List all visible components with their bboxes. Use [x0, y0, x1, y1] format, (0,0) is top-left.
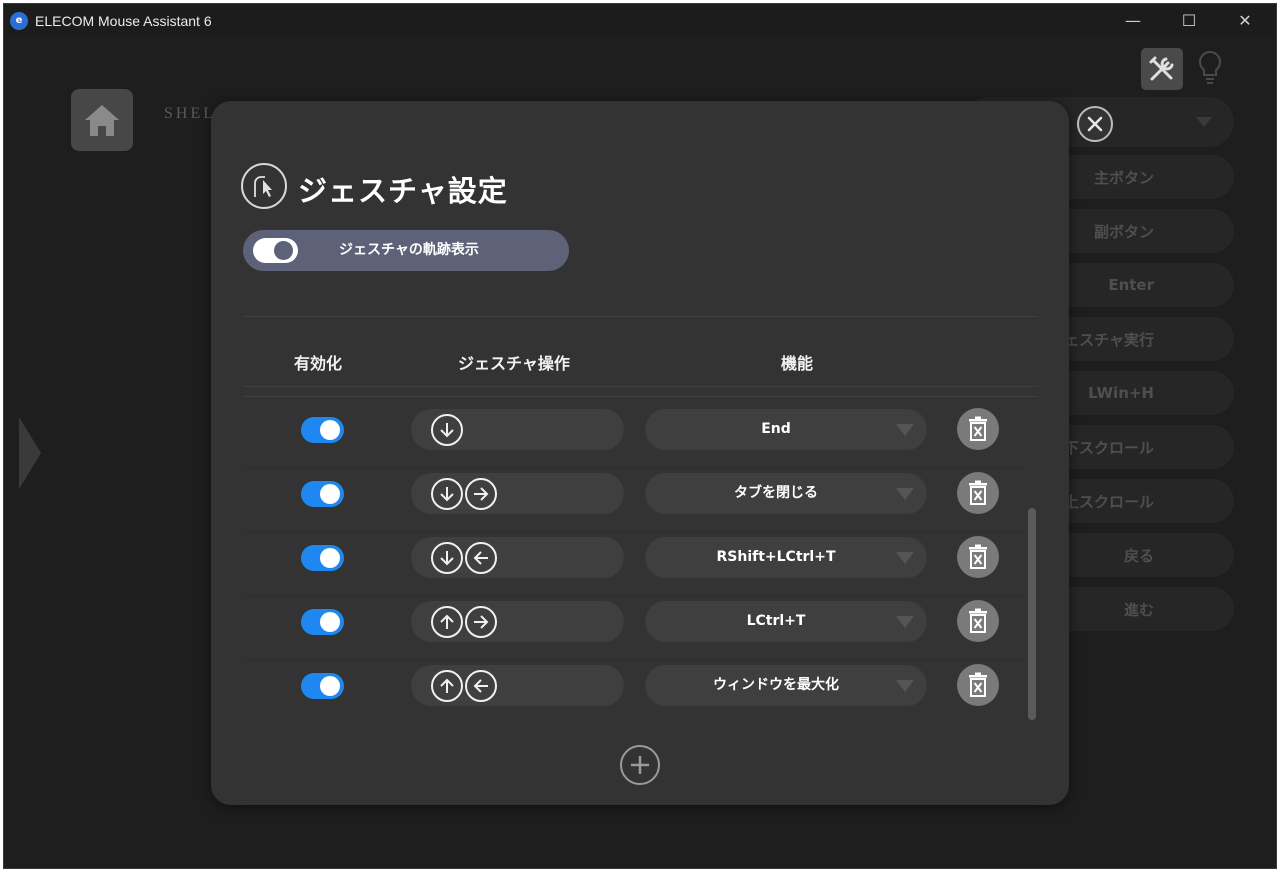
gesture-icon — [241, 163, 287, 209]
caret-down-icon — [896, 488, 914, 500]
toggle-knob — [320, 420, 340, 440]
toggle-knob — [320, 548, 340, 568]
function-dropdown[interactable]: RShift+LCtrl+T — [645, 537, 927, 578]
enable-toggle[interactable] — [301, 545, 344, 571]
plus-icon — [631, 756, 649, 774]
dialog-title: ジェスチャ設定 — [298, 174, 508, 208]
gesture-pattern[interactable] — [411, 537, 624, 578]
function-dropdown[interactable]: タブを閉じる — [645, 473, 927, 514]
gesture-pattern[interactable] — [411, 665, 624, 706]
delete-button[interactable] — [957, 664, 999, 706]
function-dropdown[interactable]: ウィンドウを最大化 — [645, 665, 927, 706]
trash-icon — [969, 416, 987, 441]
list-scrollbar[interactable] — [1028, 508, 1036, 720]
toggle-knob — [320, 612, 340, 632]
trash-icon — [969, 480, 987, 505]
toggle-knob — [274, 241, 293, 260]
close-icon — [1087, 116, 1103, 132]
up-arrow-icon — [431, 669, 463, 702]
left-arrow-icon — [465, 669, 497, 702]
left-arrow-icon — [465, 541, 497, 574]
function-value: LCtrl+T — [746, 613, 806, 629]
delete-button[interactable] — [957, 536, 999, 578]
toggle-knob — [320, 676, 340, 696]
modal-overlay: ジェスチャ設定 ジェスチャの軌跡表示 有効化 ジェスチャ操作 機能 End タブ… — [0, 0, 1280, 873]
toggle-knob — [320, 484, 340, 504]
delete-button[interactable] — [957, 408, 999, 450]
function-value: RShift+LCtrl+T — [716, 549, 836, 565]
enable-toggle[interactable] — [301, 481, 344, 507]
down-arrow-icon — [431, 541, 463, 574]
gesture-row: RShift+LCtrl+T — [243, 532, 1025, 596]
gesture-row: End — [243, 404, 1025, 468]
enable-toggle[interactable] — [301, 673, 344, 699]
close-dialog-button[interactable] — [1077, 106, 1113, 142]
trash-icon — [969, 608, 987, 633]
gesture-pattern[interactable] — [411, 473, 624, 514]
add-gesture-button[interactable] — [620, 745, 660, 785]
function-dropdown[interactable]: LCtrl+T — [645, 601, 927, 642]
down-arrow-icon — [431, 477, 463, 510]
toggle-switch[interactable] — [253, 238, 298, 263]
divider — [243, 386, 1038, 387]
function-value: タブを閉じる — [734, 485, 818, 501]
divider — [243, 396, 1038, 397]
function-dropdown[interactable]: End — [645, 409, 927, 450]
up-arrow-icon — [431, 605, 463, 638]
caret-down-icon — [896, 680, 914, 692]
trash-icon — [969, 672, 987, 697]
function-value: ウィンドウを最大化 — [713, 677, 839, 693]
trash-icon — [969, 544, 987, 569]
gesture-row: タブを閉じる — [243, 468, 1025, 532]
col-header-function: 機能 — [781, 354, 814, 373]
gesture-row: ウィンドウを最大化 — [243, 660, 1025, 724]
gesture-pattern[interactable] — [411, 409, 624, 450]
right-arrow-icon — [465, 605, 497, 638]
right-arrow-icon — [465, 477, 497, 510]
divider — [243, 316, 1038, 317]
caret-down-icon — [896, 424, 914, 436]
enable-toggle[interactable] — [301, 609, 344, 635]
col-header-gesture: ジェスチャ操作 — [458, 354, 570, 373]
caret-down-icon — [896, 552, 914, 564]
delete-button[interactable] — [957, 472, 999, 514]
enable-toggle[interactable] — [301, 417, 344, 443]
function-value: End — [761, 421, 791, 437]
trail-toggle-label: ジェスチャの軌跡表示 — [339, 242, 479, 258]
col-header-enable: 有効化 — [294, 354, 343, 373]
gesture-trail-toggle[interactable]: ジェスチャの軌跡表示 — [243, 230, 569, 271]
gesture-row: LCtrl+T — [243, 596, 1025, 660]
caret-down-icon — [896, 616, 914, 628]
down-arrow-icon — [431, 413, 463, 446]
delete-button[interactable] — [957, 600, 999, 642]
gesture-pattern[interactable] — [411, 601, 624, 642]
